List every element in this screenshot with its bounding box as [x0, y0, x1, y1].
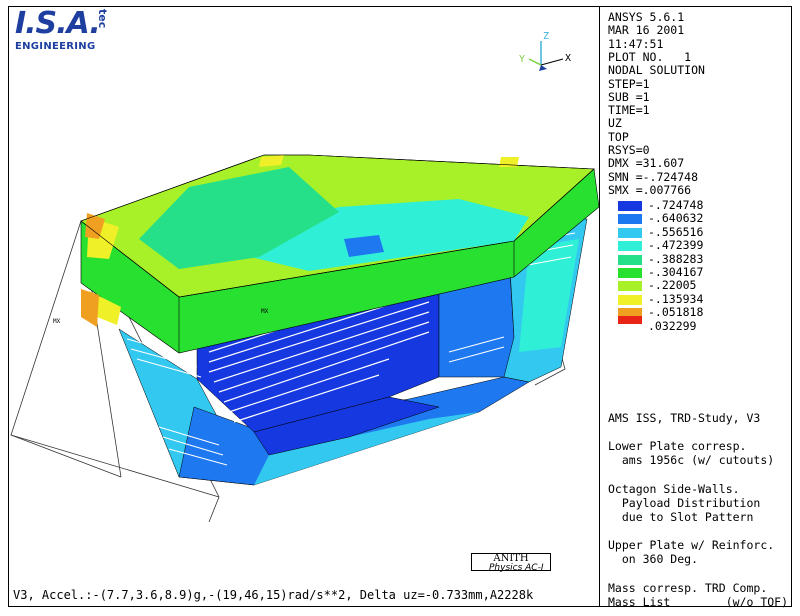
plot-viewport: I.S.A. tec ENGINEERING MX MX Y Z X ANITH… — [8, 6, 600, 607]
legend-swatch — [618, 315, 642, 324]
header-line: 11:47:51 — [608, 36, 664, 51]
physics-stamp-sub: Physics AC-I — [489, 563, 544, 573]
header-line: RSYS=0 — [608, 143, 650, 157]
note-line: on 360 Deg. — [608, 552, 699, 566]
legend-swatch — [618, 227, 642, 238]
note-line: Payload Distribution — [608, 496, 761, 510]
model-label-center: MX — [261, 308, 269, 315]
legend-value: -.640632 — [648, 211, 704, 226]
axis-x-label: X — [565, 53, 571, 64]
header-line: DMX =31.607 — [608, 156, 685, 171]
axis-triad: Y Z X — [519, 31, 571, 71]
header-line: TIME=1 — [608, 103, 650, 118]
legend-swatch — [618, 294, 642, 305]
axis-y-label: Y — [519, 54, 525, 65]
header-line: STEP=1 — [608, 76, 650, 91]
note-line: Mass corresp. TRD Comp. — [608, 581, 768, 595]
legend-value: -.051818 — [648, 305, 704, 320]
legend-swatch — [618, 214, 642, 225]
model-label-left: MX — [53, 318, 61, 325]
axis-z-label: Z — [543, 31, 549, 42]
legend-value: .032299 — [648, 318, 697, 333]
legend-value: -.135934 — [648, 291, 704, 306]
note-line: Upper Plate w/ Reinforc. — [608, 538, 775, 552]
note-line: due to Slot Pattern — [608, 510, 754, 524]
upper-plate-yellow-rear2 — [499, 157, 519, 167]
legend-value: -.724748 — [648, 198, 704, 212]
note-line: Lower Plate corresp. — [608, 439, 747, 453]
note-line: Octagon Side-Walls. — [608, 482, 740, 496]
header-line: SUB =1 — [608, 89, 650, 104]
legend-swatch — [618, 201, 642, 211]
note-line: ams 1956c (w/ cutouts) — [608, 453, 775, 467]
header-line: TOP — [608, 129, 629, 144]
header-line: SMN =-.724748 — [608, 169, 699, 184]
legend-swatch — [618, 241, 642, 252]
legend-value: -.556516 — [648, 224, 704, 239]
legend-value: -.304167 — [648, 265, 704, 279]
fem-model-render: MX MX Y Z X — [10, 31, 599, 523]
header-line: UZ — [608, 116, 622, 131]
header-line: MAR 16 2001 — [608, 23, 685, 38]
legend-swatch — [618, 281, 642, 292]
note-line: Mass List (w/o TOF) — [608, 595, 789, 609]
legend-swatch — [618, 268, 642, 278]
header-line: ANSYS 5.6.1 — [608, 10, 685, 24]
legend-value: -.472399 — [648, 238, 704, 253]
header-line: SMX =.007766 — [608, 182, 692, 197]
plot-caption: V3, Accel.:-(7.7,3.6,8.9)g,-(19,46,15)ra… — [13, 588, 534, 602]
legend-value: -.22005 — [648, 278, 697, 293]
header-line: PLOT NO. 1 — [608, 49, 692, 64]
note-line: AMS ISS, TRD-Study, V3 — [608, 411, 761, 425]
legend-swatch — [618, 254, 642, 265]
header-line: NODAL SOLUTION — [608, 63, 705, 78]
info-panel: ANSYS 5.6.1 MAR 16 2001 11:47:51 PLOT NO. 1… — [600, 6, 792, 609]
legend-value: -.388283 — [648, 251, 704, 266]
upper-plate-orange-side — [81, 289, 99, 327]
